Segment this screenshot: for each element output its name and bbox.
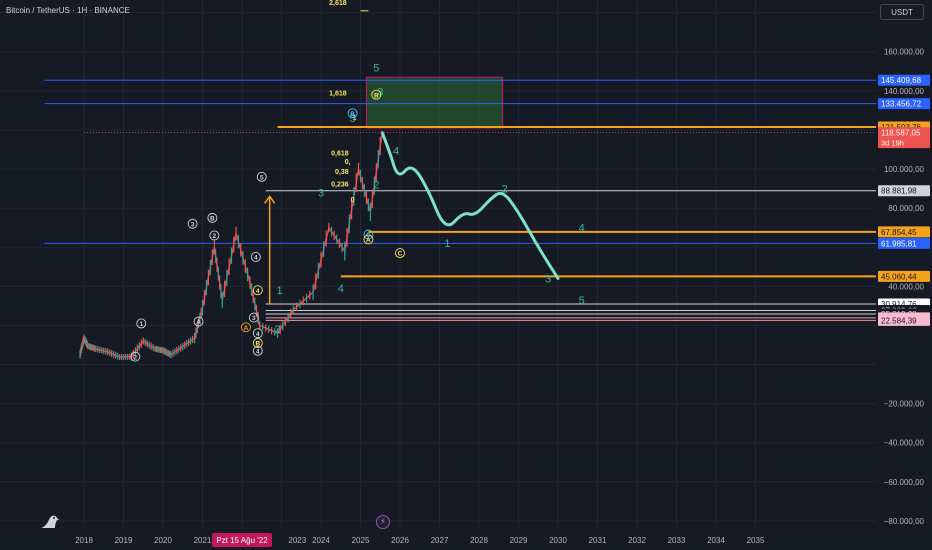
- wave-label: 1: [444, 238, 450, 250]
- wave-circle-label: A: [366, 237, 371, 244]
- wave-circle-label: 4: [256, 288, 260, 295]
- currency-button[interactable]: USDT: [880, 4, 924, 20]
- fib-label: 2,618: [329, 0, 347, 7]
- x-tick-label: 2035: [747, 536, 765, 545]
- wave-circle-label: 4: [256, 331, 260, 338]
- y-tick-label: 100.000,00: [884, 165, 925, 174]
- x-tick-label: 2021: [194, 536, 212, 545]
- price-chart[interactable]: 2,6181,6180,6180,0,380,236015354231 42214…: [0, 0, 932, 550]
- fib-label: 0,: [345, 159, 351, 166]
- wave-label: 3: [318, 187, 324, 199]
- wave-circle-label: 3: [191, 221, 195, 228]
- current-price-label: 118.587,05: [881, 129, 921, 138]
- y-tick-label: 140.000,00: [884, 87, 925, 96]
- wave-label: 4: [579, 223, 585, 235]
- wave-label: 5: [579, 295, 585, 307]
- y-tick-label: −40.000,00: [884, 439, 925, 448]
- wave-circle-label: 5: [260, 174, 264, 181]
- wave-circle-label: 2: [213, 233, 217, 240]
- wave-circle-label: 4: [254, 255, 258, 262]
- wave-circle-label: B: [350, 111, 355, 118]
- fib-label: 0,236: [331, 182, 349, 189]
- wave-circle-label: 1: [139, 321, 143, 328]
- y-tick-label: 160.000,00: [884, 48, 925, 57]
- y-tick-label: −80.000,00: [884, 517, 925, 526]
- price-badge-label: 45.060,44: [881, 272, 917, 281]
- wave-label: 5: [373, 62, 379, 74]
- wave-label: 2: [502, 183, 508, 195]
- price-history-line: [79, 132, 383, 358]
- x-tick-label: 2028: [470, 536, 488, 545]
- countdown-label: 3d 19h: [881, 139, 904, 148]
- fib-label: 0,618: [331, 150, 349, 157]
- x-tick-label: 2025: [352, 536, 370, 545]
- wave-circle-label: 4: [256, 348, 260, 355]
- price-badge-label: 67.854,45: [881, 228, 917, 237]
- target-zone-box: [365, 76, 504, 129]
- x-tick-label: 2030: [549, 536, 567, 545]
- wave-label: 4: [338, 283, 344, 295]
- fib-label: 1,618: [329, 91, 347, 98]
- wave-label: 3: [545, 273, 551, 285]
- price-badge-label: 133.456,72: [881, 100, 922, 109]
- crosshair-date-label: Pzt 15 Ağu '22: [216, 536, 268, 545]
- x-tick-label: 2024: [312, 536, 330, 545]
- price-badge-label: 145.409,68: [881, 76, 922, 85]
- wave-circle-label: A: [244, 325, 249, 332]
- fib-label: 0,38: [335, 169, 349, 176]
- wave-circle-label: B: [210, 215, 215, 222]
- symbol-title[interactable]: Bitcoin / TetherUS · 1H · BINANCE: [6, 6, 130, 15]
- price-badge-label: 88.881,98: [881, 187, 917, 196]
- x-tick-label: 2032: [628, 536, 646, 545]
- wave-circle-label: B: [374, 92, 379, 99]
- wave-circle-label: 2: [134, 354, 138, 361]
- x-tick-label: 2018: [75, 536, 93, 545]
- x-tick-label: 2019: [115, 536, 133, 545]
- x-tick-label: 2029: [510, 536, 528, 545]
- price-badge-label: 61.985,81: [881, 239, 917, 248]
- wave-label: 2: [274, 324, 280, 336]
- x-tick-label: 2020: [154, 536, 172, 545]
- y-tick-label: 40.000,00: [888, 282, 924, 291]
- wave-circle-label: C: [398, 251, 403, 258]
- x-tick-label: 2031: [589, 536, 607, 545]
- fib-label: 0: [351, 197, 355, 204]
- wave-circle-label: A: [196, 319, 201, 326]
- x-tick-label: 2033: [668, 536, 686, 545]
- wave-label: 2: [373, 180, 379, 192]
- wave-circle-label: 3: [252, 315, 256, 322]
- x-tick-label: 2026: [391, 536, 409, 545]
- x-tick-label: 2027: [431, 536, 449, 545]
- y-tick-label: −20.000,00: [884, 400, 925, 409]
- tradingview-logo[interactable]: [38, 512, 62, 530]
- x-tick-label: 2034: [707, 536, 725, 545]
- wave-label: 4: [393, 145, 399, 157]
- y-tick-label: −60.000,00: [884, 478, 925, 487]
- wave-label: 1: [276, 285, 282, 297]
- price-badge-label: 22.584,39: [881, 316, 917, 325]
- projection-path: [380, 131, 560, 280]
- x-tick-label: 2023: [288, 536, 306, 545]
- replay-icon[interactable]: ⚡: [376, 515, 390, 529]
- y-tick-label: 80.000,00: [888, 204, 924, 213]
